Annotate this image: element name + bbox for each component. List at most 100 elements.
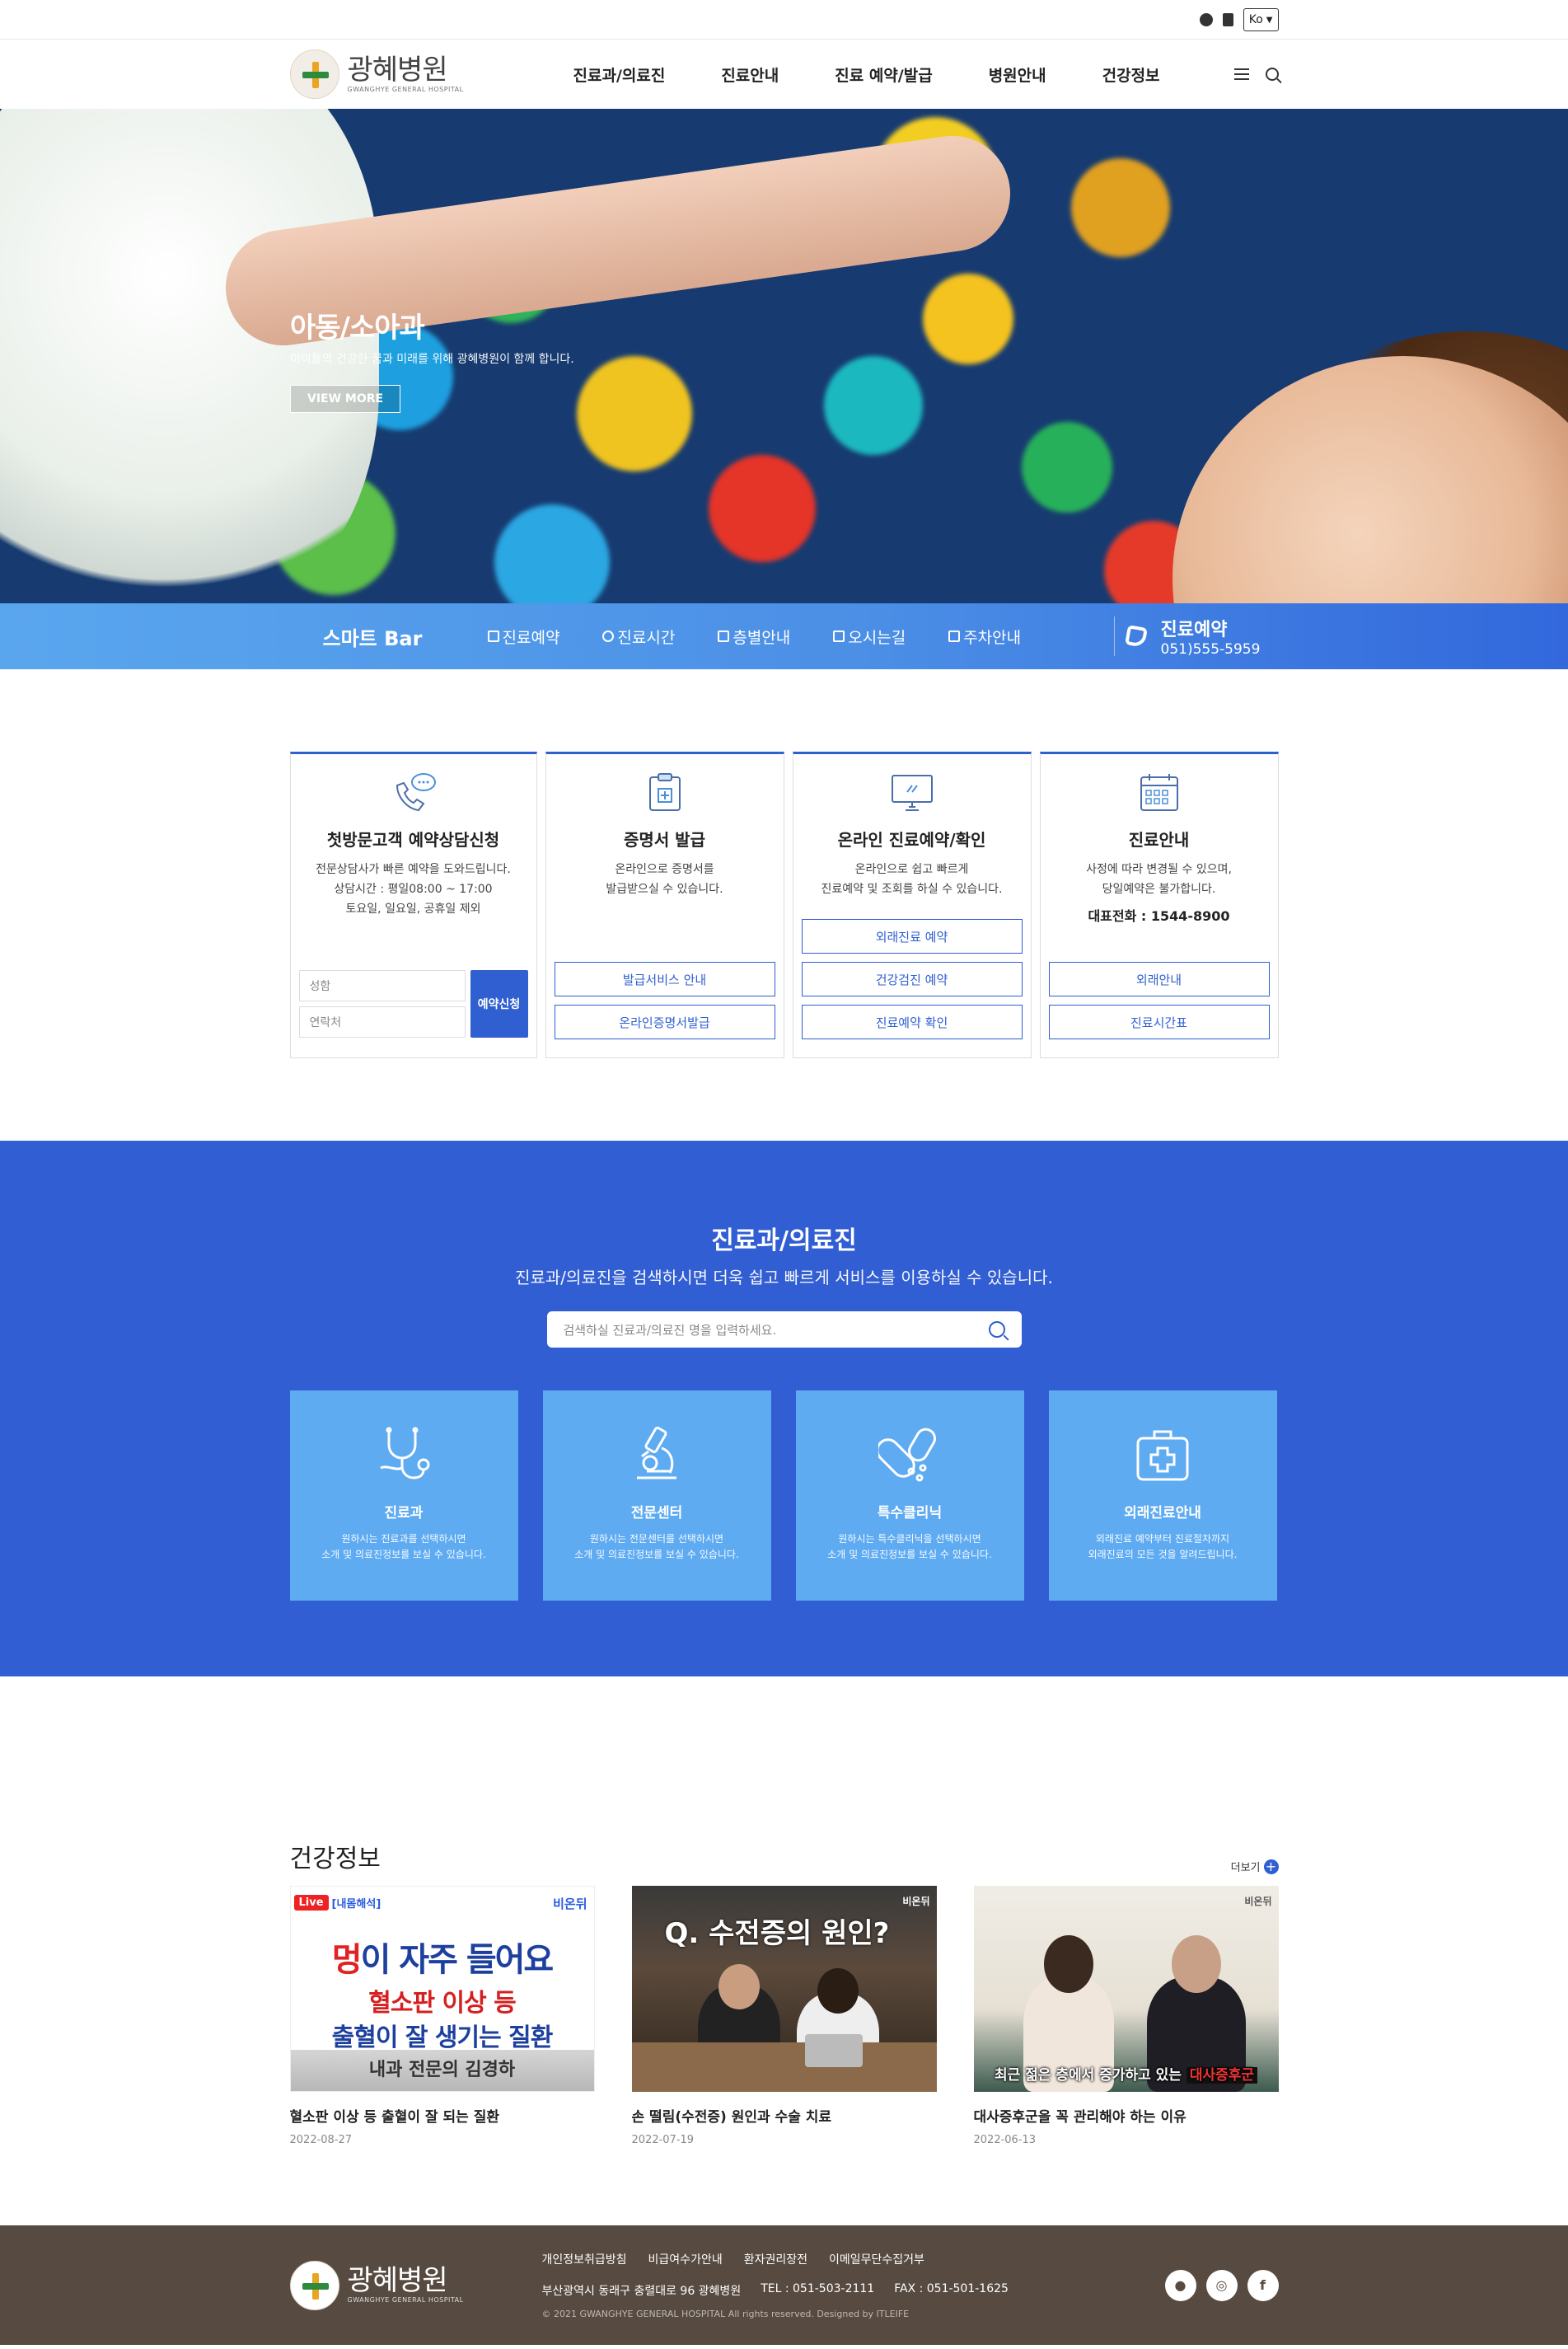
department-search-placeholder: 검색하실 진료과/의료진 명을 입력하세요. bbox=[563, 1322, 777, 1338]
search-icon[interactable] bbox=[1265, 68, 1279, 81]
building-icon bbox=[718, 631, 730, 642]
video-title[interactable]: 대사증후군을 꼭 관리해야 하는 이유 bbox=[974, 2105, 1279, 2126]
video-thumbnail[interactable]: Live [내몸해석] 비온뒤 멍이 자주 들어요 혈소판 이상 등 출혈이 잘 … bbox=[289, 1886, 595, 2092]
footer-logo[interactable]: 광혜병원 GWANGHYE GENERAL HOSPITAL bbox=[289, 2260, 545, 2310]
first-visit-desc: 전문상담사가 빠른 예약을 도와드립니다. 상담시간 : 평일08:00 ~ 1… bbox=[316, 863, 511, 916]
health-info-section: 건강정보 더보기 + Live [내몸해석] 비온뒤 멍이 자주 들어요 혈소판 이… bbox=[0, 1676, 1568, 2225]
smart-item-floor[interactable]: 층별안내 bbox=[718, 626, 790, 648]
online-reservation-desc: 온라인으로 쉽고 빠르게 진료예약 및 조회를 하실 수 있습니다. bbox=[821, 863, 1003, 896]
smart-item-parking[interactable]: 주차안내 bbox=[948, 626, 1021, 648]
thumbnail-caption-text: 최근 젊은 층에서 증가하고 있는 bbox=[994, 2067, 1182, 2084]
video-title[interactable]: 손 떨림(수전증) 원인과 수술 치료 bbox=[632, 2105, 937, 2126]
hero-banner: 아동/소아과 아이들의 건강한 꿈과 미래를 위해 광혜병원이 함께 합니다. … bbox=[0, 109, 1568, 603]
reservation-phone-label: 진료예약 bbox=[1160, 620, 1228, 640]
more-link[interactable]: 더보기 + bbox=[1231, 1859, 1279, 1874]
book-icon[interactable] bbox=[1222, 13, 1233, 26]
hero-image-child bbox=[1172, 356, 1568, 603]
online-certificate-button[interactable]: 온라인증명서발급 bbox=[554, 1005, 775, 1039]
thumbnail-laptop bbox=[804, 2034, 863, 2067]
logo-subtext: GWANGHYE GENERAL HOSPITAL bbox=[347, 85, 464, 93]
main-nav: 진료과/의료진 진료안내 진료 예약/발급 병원안내 건강정보 bbox=[545, 63, 1234, 86]
car-icon bbox=[948, 631, 961, 642]
schedule-button[interactable]: 진료시간표 bbox=[1048, 1005, 1270, 1039]
department-subtitle: 진료과/의료진을 검색하시면 더욱 쉽고 빠르게 서비스를 이용하실 수 있습니… bbox=[515, 1268, 1053, 1287]
list-icon bbox=[487, 631, 499, 642]
more-label: 더보기 bbox=[1230, 1862, 1261, 1874]
video-thumbnail[interactable]: Q. 수전증의 원인? 비온뒤 bbox=[631, 1886, 937, 2092]
video-title[interactable]: 혈소판 이상 등 출혈이 잘 되는 질환 bbox=[290, 2105, 595, 2126]
footer-tel: TEL : 051-503-2111 bbox=[761, 2282, 875, 2295]
smart-item-directions[interactable]: 오시는길 bbox=[833, 626, 906, 648]
dept-box-title: 진료과 bbox=[384, 1505, 424, 1521]
dept-box-title: 전문센터 bbox=[630, 1505, 683, 1521]
main-phone: 대표전화 : 1544-8900 bbox=[1088, 907, 1230, 924]
name-input[interactable]: 성함 bbox=[298, 970, 466, 1001]
nav-item-reservation[interactable]: 진료 예약/발급 bbox=[807, 63, 960, 86]
footer: 광혜병원 GWANGHYE GENERAL HOSPITAL 개인정보취급방침 … bbox=[0, 2225, 1568, 2345]
submit-reservation-button[interactable]: 예약신청 bbox=[470, 970, 528, 1038]
video-card[interactable]: Live [내몸해석] 비온뒤 멍이 자주 들어요 혈소판 이상 등 출혈이 잘 … bbox=[289, 1886, 595, 2146]
outpatient-reservation-button[interactable]: 외래진료 예약 bbox=[801, 919, 1023, 954]
thumbnail-headline-rest: 이 자주 들어요 bbox=[360, 1941, 555, 1979]
language-value: Ko bbox=[1248, 13, 1263, 26]
search-icon[interactable] bbox=[988, 1321, 1005, 1338]
footer-link-fees[interactable]: 비급여수가안내 bbox=[648, 2251, 723, 2267]
outpatient-guide-button[interactable]: 외래안내 bbox=[1048, 962, 1270, 996]
consult-form: 성함 연락처 예약신청 bbox=[298, 970, 528, 1038]
smart-item-reservation[interactable]: 진료예약 bbox=[487, 626, 559, 648]
monitor-icon bbox=[887, 771, 937, 815]
dept-box-desc: 원하시는 전문센터를 선택하시면 소개 및 의료진정보를 보실 수 있습니다. bbox=[574, 1533, 739, 1561]
channel-brand: 비온뒤 bbox=[1244, 1896, 1272, 1907]
reservation-phone[interactable]: 진료예약 051)555-5959 bbox=[1113, 617, 1279, 658]
nav-item-guide[interactable]: 진료안내 bbox=[693, 63, 807, 86]
thumbnail-line-2: 혈소판 이상 등 bbox=[368, 1989, 517, 2018]
instagram-icon[interactable]: ◎ bbox=[1205, 2269, 1238, 2301]
channel-brand: 비온뒤 bbox=[553, 1897, 587, 1911]
logo[interactable]: 광혜병원 GWANGHYE GENERAL HOSPITAL bbox=[289, 49, 545, 99]
footer-link-email[interactable]: 이메일무단수집거부 bbox=[829, 2251, 924, 2267]
plus-icon: + bbox=[1263, 1859, 1279, 1874]
issue-service-button[interactable]: 발급서비스 안내 bbox=[554, 962, 775, 996]
dept-box-title: 외래진료안내 bbox=[1124, 1505, 1201, 1521]
department-search-input[interactable]: 검색하실 진료과/의료진 명을 입력하세요. bbox=[546, 1311, 1022, 1348]
footer-link-privacy[interactable]: 개인정보취급방침 bbox=[542, 2251, 627, 2267]
hero-image-ball bbox=[1071, 158, 1170, 257]
thumbnail-person-face bbox=[817, 1968, 859, 2014]
checkup-reservation-button[interactable]: 건강검진 예약 bbox=[801, 962, 1023, 996]
online-reservation-title: 온라인 진료예약/확인 bbox=[837, 830, 986, 850]
thumbnail-doctor: 내과 전문의 김경하 bbox=[290, 2050, 594, 2091]
language-select[interactable]: Ko ▼ bbox=[1243, 8, 1279, 31]
reservation-phone-number: 051)555-5959 bbox=[1160, 641, 1261, 658]
video-card[interactable]: Q. 수전증의 원인? 비온뒤 손 떨림(수전증) 원인과 수술 치료 2022… bbox=[631, 1886, 937, 2146]
video-card[interactable]: 비온뒤 최근 젊은 층에서 증가하고 있는 대사증후군 대사증후군을 꼭 관리해… bbox=[973, 1886, 1279, 2146]
footer-link-rights[interactable]: 환자권리장전 bbox=[744, 2251, 807, 2267]
dept-box-centers[interactable]: 전문센터 원하시는 전문센터를 선택하시면 소개 및 의료진정보를 보실 수 있… bbox=[542, 1390, 771, 1601]
clock-icon bbox=[602, 631, 615, 642]
nav-item-health[interactable]: 건강정보 bbox=[1074, 63, 1188, 86]
menu-icon[interactable] bbox=[1233, 68, 1249, 80]
reservation-check-button[interactable]: 진료예약 확인 bbox=[801, 1005, 1023, 1039]
thumbnail-caption-accent: 대사증후군 bbox=[1186, 2067, 1258, 2084]
thumbnail-headline-accent: 멍 bbox=[331, 1941, 363, 1979]
view-more-button[interactable]: VIEW MORE bbox=[290, 385, 401, 413]
dept-box-clinics[interactable]: 특수클리닉 원하시는 특수클리닉을 선택하시면 소개 및 의료진정보를 보실 수… bbox=[795, 1390, 1024, 1601]
hospital-logo-icon bbox=[289, 49, 339, 99]
hero-image-ball bbox=[1022, 422, 1112, 513]
smart-bar-title: 스마트 Bar bbox=[322, 626, 423, 650]
video-thumbnail[interactable]: 비온뒤 최근 젊은 층에서 증가하고 있는 대사증후군 bbox=[973, 1886, 1279, 2092]
phone-icon bbox=[1124, 625, 1148, 648]
certificate-card: 증명서 발급 온라인으로 증명서를 발급받으실 수 있습니다. 발급서비스 안내… bbox=[545, 752, 784, 1058]
facebook-icon[interactable]: f bbox=[1247, 2269, 1279, 2301]
thumbnail-person-face bbox=[1171, 1935, 1221, 1993]
phone-input[interactable]: 연락처 bbox=[298, 1006, 466, 1038]
nav-item-about[interactable]: 병원안내 bbox=[961, 63, 1074, 86]
dept-box-departments[interactable]: 진료과 원하시는 진료과를 선택하시면 소개 및 의료진정보를 보실 수 있습니… bbox=[289, 1390, 518, 1601]
user-icon[interactable] bbox=[1199, 13, 1213, 26]
dept-box-outpatient[interactable]: 외래진료안내 외래진료 예약부터 진료절차까지 외래진료의 모든 것을 알려드립… bbox=[1048, 1390, 1277, 1601]
nav-item-departments[interactable]: 진료과/의료진 bbox=[545, 63, 694, 86]
talk-icon[interactable]: ● bbox=[1164, 2269, 1196, 2301]
hospital-logo-icon bbox=[289, 2260, 339, 2310]
video-date: 2022-08-27 bbox=[289, 2134, 353, 2146]
footer-fax: FAX : 051-501-1625 bbox=[894, 2282, 1009, 2295]
smart-item-hours[interactable]: 진료시간 bbox=[602, 626, 675, 648]
